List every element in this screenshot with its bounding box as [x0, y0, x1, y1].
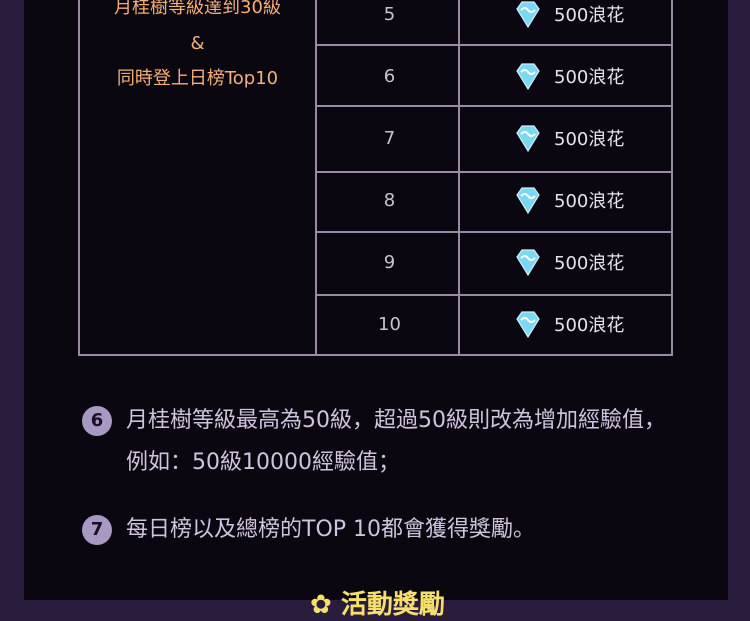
note-number-badge: 6 — [82, 406, 112, 436]
wave-gem-icon — [516, 187, 540, 215]
reward-cell: 500浪花 — [462, 308, 673, 340]
reward-cell: 500浪花 — [462, 0, 673, 30]
row-divider — [317, 44, 671, 46]
reward-cell: 500浪花 — [462, 60, 673, 92]
reward-label: 500浪花 — [554, 191, 625, 212]
wave-gem-icon — [516, 125, 540, 153]
table-divider — [315, 0, 317, 354]
ribbon-icon: ✿ — [310, 590, 332, 620]
reward-label: 500浪花 — [554, 129, 625, 150]
rank-cell: 10 — [378, 314, 401, 335]
note-text: 每日榜以及總榜的TOP 10都會獲得獎勵。 — [126, 517, 536, 542]
reward-cell: 500浪花 — [462, 122, 673, 154]
note-number-badge: 7 — [82, 515, 112, 545]
section-heading: ✿ 活動獎勵 — [310, 584, 445, 621]
condition-line: 月桂樹等級達到30級 — [114, 0, 281, 18]
reward-label: 500浪花 — [554, 67, 625, 88]
row-divider — [317, 105, 671, 107]
row-divider — [317, 231, 671, 233]
rank-cell: 7 — [383, 128, 396, 149]
reward-table: 月桂樹等級達到30級 & 同時登上日榜Top10 5 6 7 8 9 10 50… — [78, 0, 673, 356]
row-divider — [317, 294, 671, 296]
rank-cell: 8 — [383, 190, 396, 211]
table-divider — [458, 0, 460, 354]
note-item: 7 每日榜以及總榜的TOP 10都會獲得獎勵。 — [82, 509, 682, 551]
condition-line: & — [190, 33, 205, 54]
row-divider — [317, 171, 671, 173]
note-text: 月桂樹等級最高為50級，超過50級則改為增加經驗值，例如：50級10000經驗值… — [126, 408, 666, 475]
reward-label: 500浪花 — [554, 5, 625, 26]
wave-gem-icon — [516, 311, 540, 339]
reward-cell: 500浪花 — [462, 246, 673, 278]
reward-cell: 500浪花 — [462, 184, 673, 216]
note-item: 6 月桂樹等級最高為50級，超過50級則改為增加經驗值，例如：50級10000經… — [82, 400, 682, 484]
wave-gem-icon — [516, 1, 540, 29]
condition-line: 同時登上日榜Top10 — [116, 68, 279, 89]
wave-gem-icon — [516, 249, 540, 277]
rank-cell: 5 — [383, 4, 396, 25]
wave-gem-icon — [516, 63, 540, 91]
reward-label: 500浪花 — [554, 253, 625, 274]
rank-cell: 9 — [383, 252, 396, 273]
section-heading-text: 活動獎勵 — [340, 590, 445, 620]
rank-cell: 6 — [383, 66, 396, 87]
reward-label: 500浪花 — [554, 315, 625, 336]
